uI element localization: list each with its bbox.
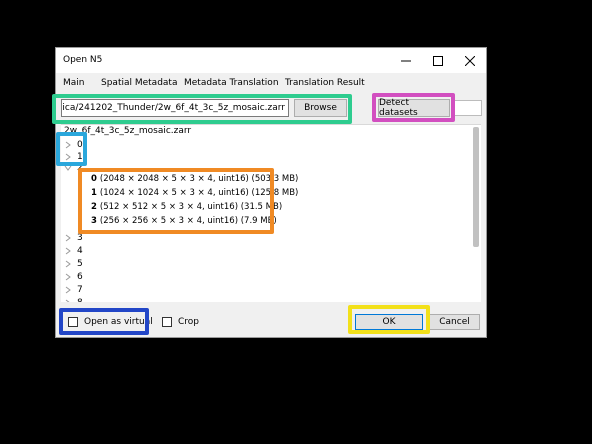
tab-translation-result[interactable]: Translation Result <box>285 78 365 88</box>
open-as-virtual-option[interactable]: Open as virtual <box>68 317 153 327</box>
detect-datasets-button[interactable]: Detect datasets <box>378 98 450 118</box>
crop-label: Crop <box>178 317 200 327</box>
browse-button[interactable]: Browse <box>294 99 347 117</box>
tree-item[interactable]: 0 <box>64 139 83 151</box>
tab-bar: Main Spatial Metadata Metadata Translati… <box>56 73 486 93</box>
dataset-level-item[interactable]: 1 (1024 × 1024 × 5 × 3 × 4, uint16) (125.… <box>91 188 298 200</box>
crop-checkbox[interactable] <box>162 317 172 327</box>
cancel-button[interactable]: Cancel <box>429 314 480 330</box>
chevron-right-icon <box>65 286 71 294</box>
dataset-level-item[interactable]: 0 (2048 × 2048 × 5 × 3 × 4, uint16) (503.… <box>91 174 298 186</box>
title-bar: Open N5 <box>56 48 486 73</box>
tree-root[interactable]: 2w_6f_4t_3c_5z_mosaic.zarr <box>64 126 191 136</box>
tree-scrollbar[interactable] <box>473 127 479 247</box>
dataset-tree[interactable]: 2w_6f_4t_3c_5z_mosaic.zarr 0 1 2 0 (2048 … <box>61 124 481 302</box>
open-n5-dialog: Open N5 Main Spatial Metadata Metadata T… <box>55 47 487 338</box>
chevron-down-icon <box>64 165 72 171</box>
chevron-right-icon <box>65 299 70 302</box>
close-icon <box>465 55 475 66</box>
dataset-level-item[interactable]: 3 (256 × 256 × 5 × 3 × 4, uint16) (7.9 MB… <box>91 216 277 228</box>
open-as-virtual-checkbox[interactable] <box>68 317 78 327</box>
tree-item[interactable]: 7 <box>64 284 83 296</box>
chevron-right-icon <box>65 234 71 242</box>
minimize-button[interactable] <box>390 48 422 73</box>
chevron-right-icon <box>65 260 71 268</box>
tab-main[interactable]: Main <box>63 78 85 88</box>
tree-item[interactable]: 6 <box>64 271 83 283</box>
maximize-button[interactable] <box>422 48 454 73</box>
chevron-right-icon <box>65 247 71 255</box>
tab-spatial-metadata[interactable]: Spatial Metadata <box>101 78 177 88</box>
dataset-level-item[interactable]: 2 (512 × 512 × 5 × 3 × 4, uint16) (31.5 M… <box>91 202 282 214</box>
maximize-icon <box>433 55 443 66</box>
chevron-right-icon <box>65 153 71 161</box>
ok-button[interactable]: OK <box>355 314 423 330</box>
tree-item[interactable]: 8 <box>64 297 83 302</box>
window-title: Open N5 <box>63 55 103 65</box>
tree-item[interactable]: 3 <box>64 232 83 244</box>
tree-item[interactable]: 5 <box>64 258 83 270</box>
path-input[interactable]: I:/Data_Leica/241202_Thunder/2w_6f_4t_3c… <box>61 99 289 117</box>
close-button[interactable] <box>454 48 486 73</box>
tree-item-expanded[interactable]: 2 <box>64 163 83 172</box>
minimize-icon <box>401 60 411 61</box>
tree-item[interactable]: 4 <box>64 245 83 257</box>
tab-metadata-translation[interactable]: Metadata Translation <box>184 78 279 88</box>
tree-item[interactable]: 1 <box>64 151 83 163</box>
open-as-virtual-label: Open as virtual <box>84 317 153 327</box>
chevron-right-icon <box>65 273 71 281</box>
chevron-right-icon <box>65 141 71 149</box>
crop-option[interactable]: Crop <box>162 317 199 327</box>
extra-field[interactable] <box>454 100 482 116</box>
